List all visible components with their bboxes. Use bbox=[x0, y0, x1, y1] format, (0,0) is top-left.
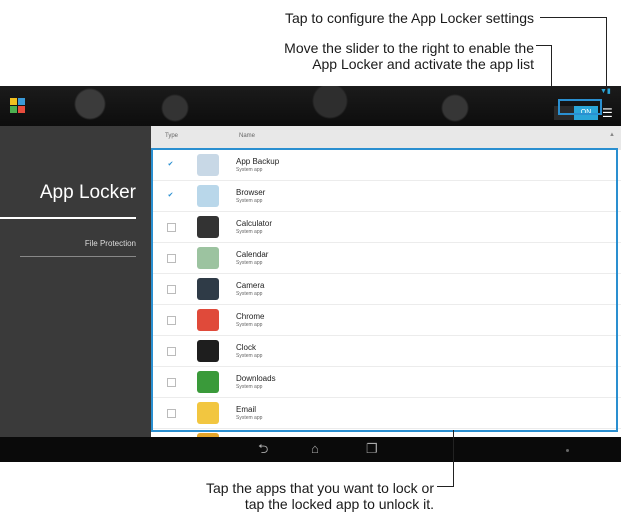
app-type: System app bbox=[236, 322, 263, 328]
app-type: System app bbox=[236, 415, 263, 421]
lock-checkbox[interactable] bbox=[167, 285, 176, 294]
app-row[interactable]: Calendar System app bbox=[151, 243, 621, 274]
app-row[interactable]: ✔ Browser System app bbox=[151, 181, 621, 212]
toggle-highlight bbox=[558, 99, 602, 115]
app-list: ✔ App Backup System app ✔ Browser System app C… bbox=[151, 150, 621, 437]
lock-checkbox[interactable] bbox=[167, 409, 176, 418]
app-row[interactable]: Chrome System app bbox=[151, 305, 621, 336]
annotation-slider-line1: Move the slider to the right to enable t… bbox=[284, 40, 534, 56]
lock-checkbox[interactable] bbox=[167, 347, 176, 356]
app-type: System app bbox=[236, 384, 263, 390]
column-header-name[interactable]: Name bbox=[239, 133, 255, 139]
calendar-icon bbox=[197, 247, 219, 269]
annotation-configure: Tap to configure the App Locker settings bbox=[284, 10, 534, 26]
sidebar-title[interactable]: App Locker bbox=[6, 182, 136, 204]
lock-checkbox[interactable]: ✔ bbox=[167, 161, 174, 168]
lock-checkbox[interactable] bbox=[167, 316, 176, 325]
column-header-type[interactable]: Type bbox=[165, 133, 178, 139]
app-name: Calculator bbox=[236, 219, 273, 228]
lock-checkbox[interactable] bbox=[167, 254, 176, 263]
lock-checkbox[interactable] bbox=[167, 223, 176, 232]
chrome-icon bbox=[197, 309, 219, 331]
camera-icon bbox=[197, 278, 219, 300]
annotation-line bbox=[540, 17, 606, 18]
app-type: System app bbox=[236, 353, 263, 359]
calculator-icon bbox=[197, 216, 219, 238]
app-type: System app bbox=[236, 291, 263, 297]
app-row[interactable]: Calculator System app bbox=[151, 212, 621, 243]
app-name: Browser bbox=[236, 188, 266, 197]
browser-icon bbox=[197, 185, 219, 207]
list-header: Type Name ▲ bbox=[151, 126, 621, 150]
app-type: System app bbox=[236, 167, 263, 173]
app-row[interactable]: Camera System app bbox=[151, 274, 621, 305]
annotation-apps-line2: tap the locked app to unlock it. bbox=[244, 496, 434, 512]
app-row[interactable]: Downloads System app bbox=[151, 367, 621, 398]
app-name: Clock bbox=[236, 343, 257, 352]
app-type: System app bbox=[236, 229, 263, 235]
lock-checkbox[interactable] bbox=[167, 378, 176, 387]
action-bar: ▼▮ ON ☰ bbox=[0, 86, 621, 126]
home-icon[interactable]: ⌂ bbox=[311, 442, 319, 456]
wifi-icon: ▼▮ bbox=[600, 88, 611, 95]
sidebar-selected-indicator bbox=[0, 217, 136, 219]
sidebar-item-file-protection[interactable]: File Protection bbox=[20, 239, 136, 248]
app-name: Email bbox=[236, 405, 257, 414]
divider bbox=[20, 256, 136, 257]
sort-caret-icon[interactable]: ▲ bbox=[609, 132, 615, 138]
recents-icon[interactable]: ❐ bbox=[366, 442, 378, 456]
annotation-line bbox=[453, 430, 454, 487]
app-name: App Backup bbox=[236, 157, 280, 166]
app-type: System app bbox=[236, 198, 263, 204]
app-row[interactable]: Email System app bbox=[151, 398, 621, 429]
clock-icon bbox=[197, 340, 219, 362]
app-name: Chrome bbox=[236, 312, 265, 321]
annotation-slider-line2: App Locker and activate the app list bbox=[312, 56, 534, 72]
app-locker-logo-icon bbox=[10, 98, 26, 114]
tablet-screen: ▼▮ ON ☰ App Locker File Protection Type … bbox=[0, 86, 621, 462]
app-name: Calendar bbox=[236, 250, 269, 259]
app-backup-icon bbox=[197, 154, 219, 176]
app-list-panel: Type Name ▲ ✔ App Backup System app ✔ Browse… bbox=[151, 126, 621, 437]
lock-checkbox[interactable]: ✔ bbox=[167, 192, 174, 199]
annotation-apps-line1: Tap the apps that you want to lock or bbox=[205, 480, 434, 496]
app-row[interactable]: Clock System app bbox=[151, 336, 621, 367]
downloads-icon bbox=[197, 371, 219, 393]
navigation-bar: ⮌ ⌂ ❐ bbox=[0, 437, 621, 462]
annotation-line bbox=[437, 486, 454, 487]
annotation-line bbox=[536, 45, 552, 46]
back-icon[interactable]: ⮌ bbox=[258, 442, 268, 456]
email-icon bbox=[197, 402, 219, 424]
status-dot bbox=[566, 449, 569, 452]
app-type: System app bbox=[236, 260, 263, 266]
app-row[interactable]: File ManagerSystem app bbox=[151, 429, 621, 437]
app-name: Camera bbox=[236, 281, 265, 290]
overflow-menu-icon[interactable]: ☰ bbox=[602, 106, 616, 120]
app-row[interactable]: ✔ App Backup System app bbox=[151, 150, 621, 181]
app-name: Downloads bbox=[236, 374, 276, 383]
sidebar: App Locker File Protection bbox=[0, 126, 151, 437]
